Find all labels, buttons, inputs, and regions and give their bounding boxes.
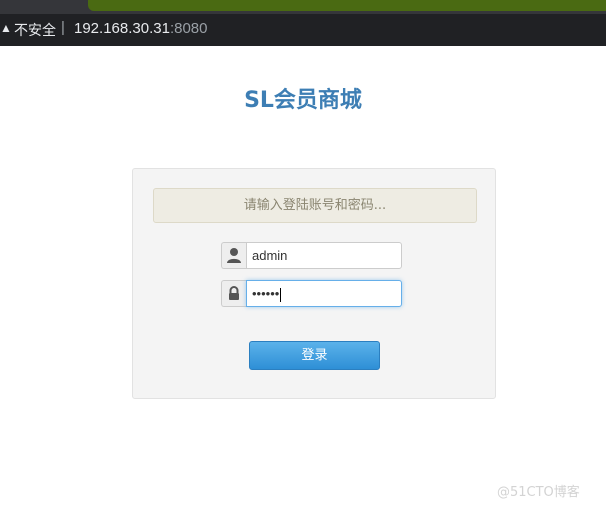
text-caret: [280, 287, 282, 302]
login-button[interactable]: 登录: [249, 341, 380, 370]
page-title: SL会员商城: [244, 88, 362, 113]
user-icon: [221, 242, 246, 269]
warning-icon[interactable]: ▲: [0, 21, 12, 35]
password-input[interactable]: ••••••: [246, 280, 402, 307]
address-separator: |: [61, 19, 65, 36]
url-text[interactable]: 192.168.30.31:8080: [74, 20, 207, 37]
password-value: ••••••: [252, 286, 280, 301]
url-port: :8080: [169, 20, 208, 37]
password-group: ••••••: [221, 280, 406, 307]
username-input[interactable]: admin: [246, 242, 402, 269]
username-value: admin: [252, 248, 288, 263]
browser-tabstrip: [0, 0, 606, 14]
address-bar[interactable]: ▲ 不安全 | 192.168.30.31:8080: [0, 14, 606, 46]
login-hint: 请输入登陆账号和密码...: [153, 188, 477, 223]
browser-tab[interactable]: [88, 0, 606, 11]
login-card: 请输入登陆账号和密码... admin •••••• 登录: [132, 168, 496, 399]
watermark: @51CTO博客: [497, 485, 580, 500]
url-host: 192.168.30.31: [74, 20, 170, 37]
username-group: admin: [221, 242, 406, 269]
security-label[interactable]: 不安全: [14, 20, 56, 40]
lock-icon: [221, 280, 246, 307]
